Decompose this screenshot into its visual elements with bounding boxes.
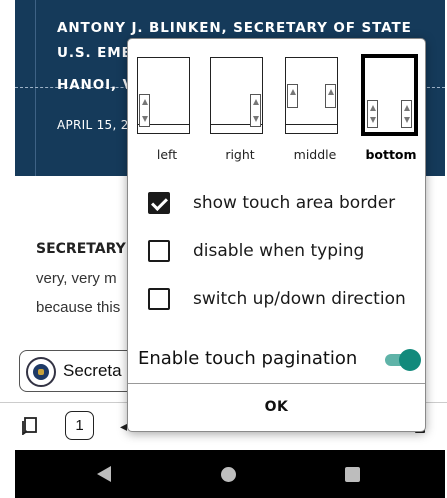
pagination-option-right[interactable]: right bbox=[210, 39, 274, 169]
option-label: middle bbox=[293, 147, 337, 162]
option-label: right bbox=[225, 147, 255, 162]
pagination-option-bottom[interactable]: bottom bbox=[361, 39, 425, 169]
touch-zone-icon bbox=[401, 100, 412, 128]
source-chip-label: Secreta bbox=[63, 361, 122, 380]
touch-zone-icon bbox=[367, 100, 378, 128]
hero-byline: ANTONY J. BLINKEN, SECRETARY OF STATE bbox=[57, 20, 412, 36]
checkbox[interactable] bbox=[148, 240, 170, 262]
hero-rule bbox=[35, 0, 36, 176]
checkbox-label: disable when typing bbox=[193, 241, 365, 261]
option-label: left bbox=[156, 147, 178, 162]
enable-touch-pagination-label: Enable touch pagination bbox=[138, 348, 358, 369]
touch-zone-icon bbox=[287, 84, 298, 108]
seal-icon bbox=[26, 357, 56, 387]
toggle-knob bbox=[399, 349, 421, 371]
option-preview bbox=[361, 54, 418, 137]
touch-pagination-dialog: left right middle bottom show touch area… bbox=[127, 38, 426, 432]
page-number-button[interactable]: 1 bbox=[65, 411, 94, 440]
enable-touch-pagination-row[interactable]: Enable touch pagination bbox=[128, 342, 427, 378]
option-show-touch-area-border[interactable]: show touch area border bbox=[128, 184, 427, 220]
enable-touch-pagination-toggle[interactable] bbox=[385, 349, 421, 371]
option-disable-when-typing[interactable]: disable when typing bbox=[128, 232, 427, 268]
touch-zone-icon bbox=[139, 94, 150, 127]
hero-location-2: HANOI, V bbox=[57, 77, 135, 93]
ok-button[interactable]: OK bbox=[128, 384, 425, 431]
article-line: very, very m bbox=[36, 270, 117, 287]
option-switch-direction[interactable]: switch up/down direction bbox=[128, 280, 427, 316]
option-label: bottom bbox=[365, 147, 417, 162]
article-heading: SECRETARY bbox=[36, 241, 126, 257]
back-nav-icon[interactable] bbox=[97, 466, 111, 482]
system-nav-bar bbox=[15, 450, 445, 498]
option-preview bbox=[210, 54, 266, 137]
bookmark-icon[interactable] bbox=[22, 417, 38, 435]
home-nav-icon[interactable] bbox=[221, 467, 236, 482]
touch-zone-icon bbox=[250, 94, 261, 127]
checkbox[interactable] bbox=[148, 288, 170, 310]
hero-date: APRIL 15, 2 bbox=[57, 118, 129, 132]
recents-nav-icon[interactable] bbox=[345, 467, 360, 482]
checkbox-label: show touch area border bbox=[193, 193, 396, 213]
option-preview bbox=[137, 54, 193, 137]
touch-zone-icon bbox=[325, 84, 336, 108]
option-preview bbox=[285, 54, 341, 137]
pagination-option-left[interactable]: left bbox=[137, 39, 201, 169]
checkmark-icon[interactable] bbox=[148, 192, 170, 214]
prev-arrow-icon[interactable]: ◂ bbox=[120, 418, 127, 435]
page-baseline bbox=[285, 124, 338, 125]
reader-screen: ANTONY J. BLINKEN, SECRETARY OF STATE U.… bbox=[0, 0, 447, 498]
hero-location-1: U.S. EMB bbox=[57, 45, 133, 61]
pagination-option-middle[interactable]: middle bbox=[285, 39, 349, 169]
checkbox-label: switch up/down direction bbox=[193, 289, 406, 309]
article-line: because this bbox=[36, 299, 121, 316]
